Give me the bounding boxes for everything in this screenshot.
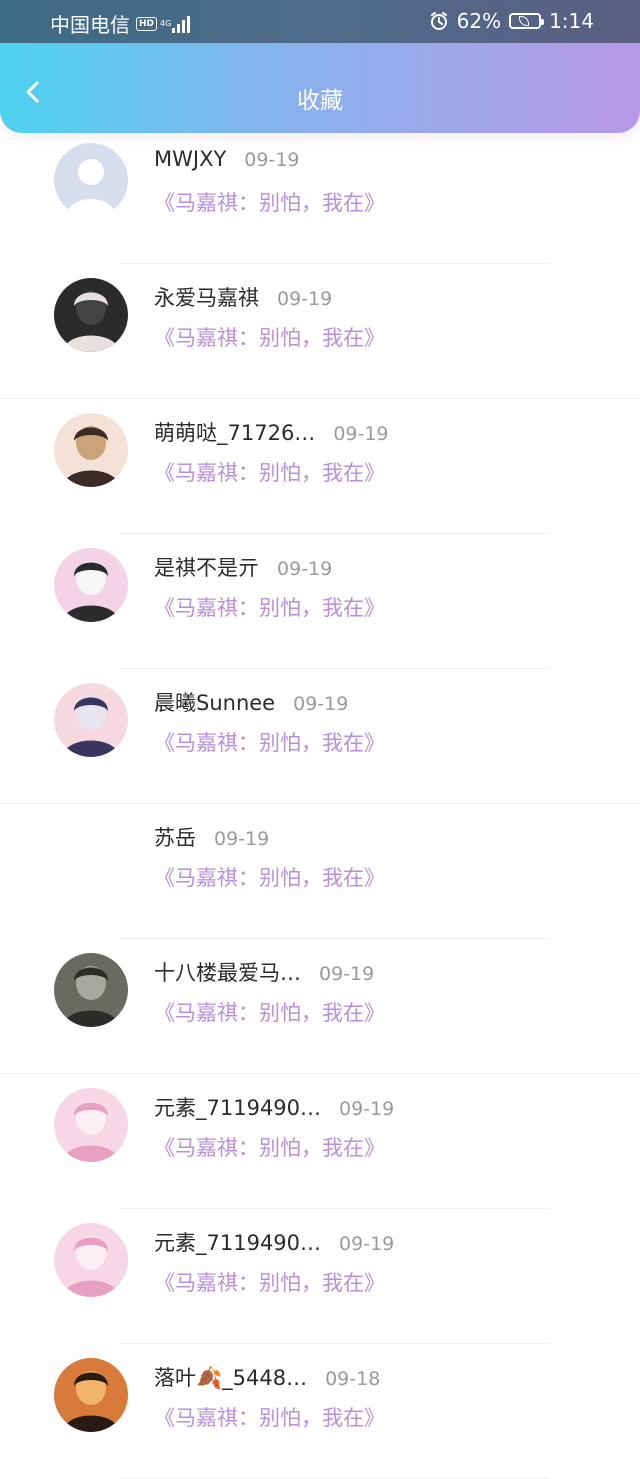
user-name[interactable]: 元素_7119490… [154, 1227, 321, 1257]
user-name[interactable]: 落叶🍂_5448… [154, 1362, 307, 1392]
avatar[interactable] [54, 278, 128, 352]
signal-icon [172, 15, 191, 33]
work-title-link[interactable]: 《马嘉祺：别怕，我在》 [154, 322, 385, 352]
date-label: 09-19 [339, 1098, 395, 1120]
list-item[interactable]: 元素_7119490… 09-19 《马嘉祺：别怕，我在》 [0, 1074, 640, 1209]
battery-icon [509, 13, 545, 29]
battery-percent: 62% [456, 9, 502, 33]
name-line: 永爱马嘉祺 09-19 [154, 282, 332, 312]
name-line: 苏岳 09-19 [154, 822, 269, 852]
avatar[interactable] [54, 1358, 128, 1432]
date-label: 09-18 [325, 1368, 381, 1390]
name-line: 元素_7119490… 09-19 [154, 1227, 394, 1257]
list-item[interactable]: 晨曦Sunnee 09-19 《马嘉祺：别怕，我在》 [0, 669, 640, 804]
work-title-link[interactable]: 《马嘉祺：别怕，我在》 [154, 457, 385, 487]
list-item[interactable]: 萌萌哒_71726… 09-19 《马嘉祺：别怕，我在》 [0, 399, 640, 534]
name-line: 萌萌哒_71726… 09-19 [154, 417, 389, 447]
status-bar: 中国电信 HD 4G 62% 1:14 [0, 0, 640, 44]
avatar[interactable] [54, 953, 128, 1027]
work-title-link[interactable]: 《马嘉祺：别怕，我在》 [154, 1267, 385, 1297]
name-line: 晨曦Sunnee 09-19 [154, 687, 348, 717]
work-title-link[interactable]: 《马嘉祺：别怕，我在》 [154, 862, 385, 892]
alarm-icon [430, 12, 447, 30]
list-item[interactable]: 十八楼最爱马… 09-19 《马嘉祺：别怕，我在》 [0, 939, 640, 1074]
list-item[interactable]: 永爱马嘉祺 09-19 《马嘉祺：别怕，我在》 [0, 264, 640, 399]
status-right: 62% 1:14 [429, 9, 594, 33]
avatar[interactable] [54, 548, 128, 622]
date-label: 09-19 [244, 149, 300, 171]
name-line: 落叶🍂_5448… 09-18 [154, 1362, 380, 1392]
avatar[interactable] [54, 143, 128, 217]
name-line: 十八楼最爱马… 09-19 [154, 957, 374, 987]
user-name[interactable]: 是祺不是亓 [154, 552, 259, 582]
date-label: 09-19 [319, 963, 375, 985]
status-left: 中国电信 HD 4G [50, 9, 191, 38]
work-title-link[interactable]: 《马嘉祺：别怕，我在》 [154, 187, 385, 217]
list-item[interactable]: 苏岳 09-19 《马嘉祺：别怕，我在》 [0, 804, 640, 939]
list-item[interactable]: MWJXY 09-19 《马嘉祺：别怕，我在》 [0, 129, 640, 264]
carrier-label: 中国电信 [50, 13, 130, 37]
name-line: 元素_7119490… 09-19 [154, 1092, 394, 1122]
list-item[interactable]: 元素_7119490… 09-19 《马嘉祺：别怕，我在》 [0, 1209, 640, 1344]
page-title: 收藏 [297, 88, 343, 114]
list-item[interactable]: 是祺不是亓 09-19 《马嘉祺：别怕，我在》 [0, 534, 640, 669]
list-item[interactable]: 落叶🍂_5448… 09-18 《马嘉祺：别怕，我在》 [0, 1344, 640, 1479]
network-type-label: 4G [160, 19, 172, 28]
clock-time: 1:14 [549, 9, 594, 33]
avatar[interactable] [54, 1088, 128, 1162]
avatar[interactable] [54, 1223, 128, 1297]
user-name[interactable]: 苏岳 [154, 822, 196, 852]
app-header: 收藏 [0, 43, 640, 133]
hd-icon: HD [136, 16, 158, 31]
work-title-link[interactable]: 《马嘉祺：别怕，我在》 [154, 592, 385, 622]
date-label: 09-19 [333, 423, 389, 445]
work-title-link[interactable]: 《马嘉祺：别怕，我在》 [154, 997, 385, 1027]
user-name[interactable]: 晨曦Sunnee [154, 687, 275, 717]
name-line: MWJXY 09-19 [154, 147, 300, 171]
user-name[interactable]: MWJXY [154, 147, 226, 171]
date-label: 09-19 [277, 288, 333, 310]
user-name[interactable]: 永爱马嘉祺 [154, 282, 259, 312]
name-line: 是祺不是亓 09-19 [154, 552, 332, 582]
avatar[interactable] [54, 413, 128, 487]
work-title-link[interactable]: 《马嘉祺：别怕，我在》 [154, 1132, 385, 1162]
date-label: 09-19 [339, 1233, 395, 1255]
avatar[interactable] [54, 683, 128, 757]
work-title-link[interactable]: 《马嘉祺：别怕，我在》 [154, 1402, 385, 1432]
work-title-link[interactable]: 《马嘉祺：别怕，我在》 [154, 727, 385, 757]
user-name[interactable]: 萌萌哒_71726… [154, 417, 315, 447]
date-label: 09-19 [214, 828, 270, 850]
date-label: 09-19 [293, 693, 349, 715]
date-label: 09-19 [277, 558, 333, 580]
user-name[interactable]: 十八楼最爱马… [154, 957, 301, 987]
user-name[interactable]: 元素_7119490… [154, 1092, 321, 1122]
